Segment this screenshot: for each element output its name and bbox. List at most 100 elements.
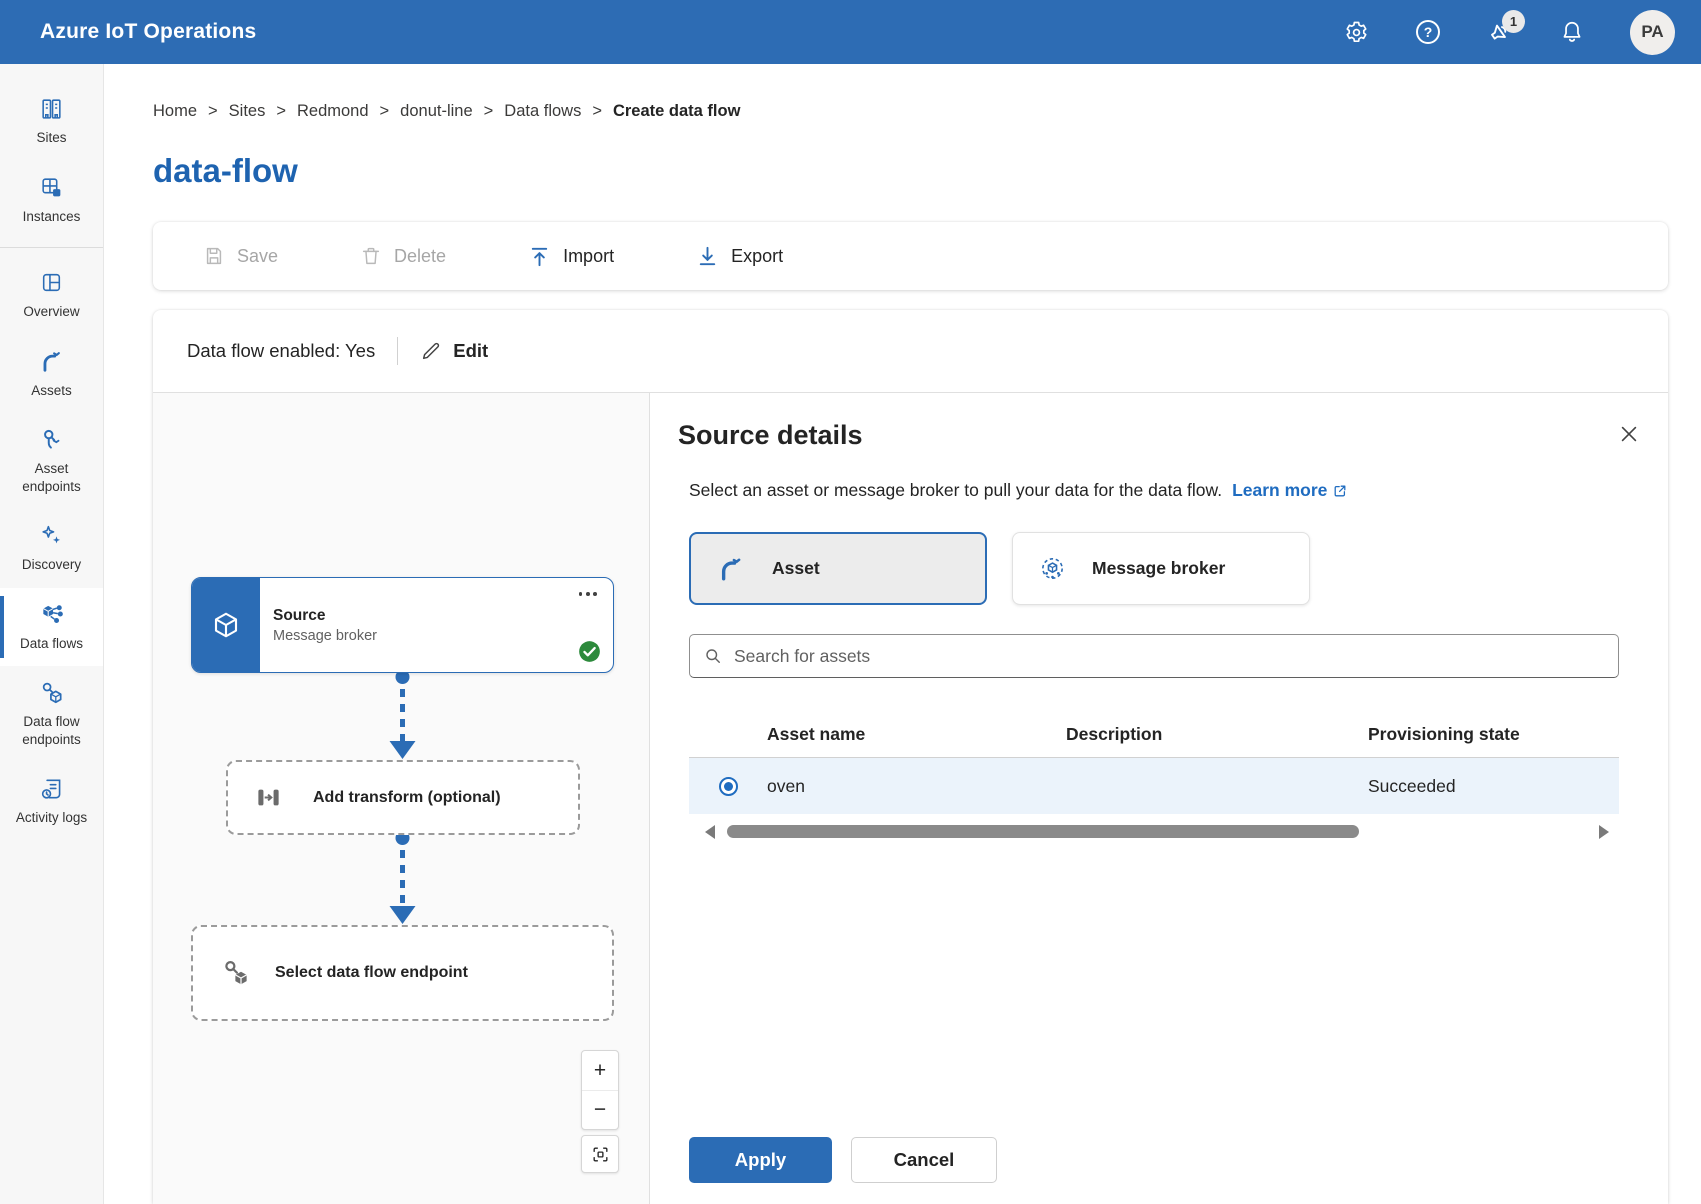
sidebar-item-instances[interactable]: Instances bbox=[0, 161, 103, 240]
select-endpoint-node[interactable]: Select data flow endpoint bbox=[191, 925, 614, 1021]
zoom-in-button[interactable]: + bbox=[582, 1051, 618, 1090]
breadcrumb-current: Create data flow bbox=[613, 102, 740, 121]
topbar-icons: ? 1 PA bbox=[1342, 10, 1675, 55]
source-type-asset-button[interactable]: Asset bbox=[689, 532, 987, 605]
export-icon bbox=[696, 245, 719, 268]
delete-button[interactable]: Delete bbox=[360, 245, 446, 267]
message-broker-icon bbox=[1039, 555, 1066, 582]
main-content: Home > Sites > Redmond > donut-line > Da… bbox=[104, 64, 1701, 1204]
sidebar-item-asset-endpoints[interactable]: Asset endpoints bbox=[0, 413, 103, 509]
search-input[interactable] bbox=[734, 646, 1605, 667]
canvas-zoom-controls: + − bbox=[581, 1050, 619, 1173]
scroll-left-arrow-icon[interactable] bbox=[705, 825, 715, 839]
avatar[interactable]: PA bbox=[1630, 10, 1675, 55]
page-title: data-flow bbox=[153, 148, 1668, 193]
pencil-icon bbox=[420, 340, 442, 362]
zoom-out-button[interactable]: − bbox=[582, 1090, 618, 1129]
source-details-panel: Source details Select an asset or messag… bbox=[650, 393, 1668, 1204]
notification-badge: 1 bbox=[1502, 10, 1525, 33]
activity-logs-icon bbox=[39, 775, 65, 802]
breadcrumb-separator: > bbox=[380, 102, 390, 121]
data-flow-editor: Data flow enabled: Yes Edit bbox=[153, 310, 1668, 1204]
table-row[interactable]: oven Succeeded bbox=[689, 758, 1619, 814]
breadcrumb-item-home[interactable]: Home bbox=[153, 102, 197, 121]
cell-asset-name: oven bbox=[767, 776, 1066, 797]
trash-icon bbox=[360, 245, 382, 267]
panel-actions: Apply Cancel bbox=[689, 1137, 1668, 1183]
source-node-title: Source bbox=[273, 607, 377, 625]
cube-icon bbox=[211, 610, 241, 640]
data-flow-endpoints-icon bbox=[39, 679, 65, 706]
close-panel-button[interactable] bbox=[1614, 419, 1644, 449]
sidebar-divider bbox=[0, 247, 103, 248]
scrollbar-track[interactable] bbox=[721, 825, 1593, 838]
sidebar-item-label: Overview bbox=[23, 303, 79, 321]
import-label: Import bbox=[563, 246, 614, 267]
import-button[interactable]: Import bbox=[528, 245, 614, 268]
external-link-icon bbox=[1332, 483, 1348, 499]
breadcrumb: Home > Sites > Redmond > donut-line > Da… bbox=[153, 100, 1668, 122]
save-button[interactable]: Save bbox=[203, 245, 278, 267]
breadcrumb-separator: > bbox=[592, 102, 602, 121]
settings-gear-icon[interactable] bbox=[1342, 18, 1370, 46]
sidebar-item-assets[interactable]: Assets bbox=[0, 335, 103, 414]
breadcrumb-separator: > bbox=[208, 102, 218, 121]
breadcrumb-item-redmond[interactable]: Redmond bbox=[297, 102, 369, 121]
announcements-megaphone-icon[interactable]: 1 bbox=[1486, 18, 1514, 46]
sidebar-item-discovery[interactable]: Discovery bbox=[0, 509, 103, 588]
source-node-accent bbox=[192, 578, 260, 672]
scrollbar-thumb[interactable] bbox=[727, 825, 1359, 838]
edit-button[interactable]: Edit bbox=[420, 340, 488, 362]
message-broker-button-label: Message broker bbox=[1092, 558, 1225, 579]
sidebar-item-activity-logs[interactable]: Activity logs bbox=[0, 762, 103, 841]
learn-more-link[interactable]: Learn more bbox=[1232, 480, 1348, 501]
row-radio-selected[interactable] bbox=[719, 777, 738, 796]
scroll-right-arrow-icon[interactable] bbox=[1599, 825, 1609, 839]
sidebar-item-data-flow-endpoints[interactable]: Data flow endpoints bbox=[0, 666, 103, 762]
sidebar-item-data-flows[interactable]: Data flows bbox=[0, 588, 103, 667]
assets-icon bbox=[39, 348, 65, 375]
source-node-subtitle: Message broker bbox=[273, 628, 377, 644]
add-transform-node[interactable]: Add transform (optional) bbox=[226, 760, 580, 835]
notifications-bell-icon[interactable] bbox=[1558, 18, 1586, 46]
assets-table: Asset name Description Provisioning stat… bbox=[689, 711, 1619, 840]
sidebar-item-label: Assets bbox=[31, 382, 72, 400]
apply-button[interactable]: Apply bbox=[689, 1137, 832, 1183]
asset-endpoints-icon bbox=[39, 426, 65, 453]
source-node[interactable]: Source Message broker bbox=[191, 577, 614, 673]
data-flows-icon bbox=[39, 601, 65, 628]
sidebar-item-label: Sites bbox=[36, 129, 66, 147]
flow-status-bar: Data flow enabled: Yes Edit bbox=[153, 310, 1668, 393]
transform-icon bbox=[255, 784, 282, 811]
breadcrumb-item-sites[interactable]: Sites bbox=[229, 102, 266, 121]
flow-enabled-status: Data flow enabled: Yes bbox=[187, 340, 375, 362]
fit-view-button[interactable] bbox=[581, 1135, 619, 1173]
sidebar-item-label: Instances bbox=[23, 208, 81, 226]
sidebar-item-sites[interactable]: Sites bbox=[0, 82, 103, 161]
breadcrumb-item-data-flows[interactable]: Data flows bbox=[504, 102, 581, 121]
help-icon[interactable]: ? bbox=[1414, 18, 1442, 46]
fit-view-icon bbox=[591, 1145, 610, 1164]
horizontal-scrollbar[interactable] bbox=[689, 823, 1619, 840]
column-provisioning-state: Provisioning state bbox=[1368, 724, 1619, 745]
asset-search[interactable] bbox=[689, 634, 1619, 678]
flow-canvas[interactable]: Source Message broker Add transform (opt… bbox=[153, 393, 650, 1204]
panel-description: Select an asset or message broker to pul… bbox=[689, 480, 1668, 501]
transform-node-label: Add transform (optional) bbox=[313, 789, 501, 807]
sidebar-item-label: Data flows bbox=[20, 635, 83, 653]
sites-icon bbox=[39, 95, 64, 122]
export-button[interactable]: Export bbox=[696, 245, 783, 268]
discovery-sparkles-icon bbox=[39, 522, 64, 549]
sidebar-item-overview[interactable]: Overview bbox=[0, 256, 103, 335]
asset-button-label: Asset bbox=[772, 558, 820, 579]
export-label: Export bbox=[731, 246, 783, 267]
breadcrumb-item-donut-line[interactable]: donut-line bbox=[400, 102, 472, 121]
more-options-icon[interactable] bbox=[579, 592, 597, 596]
edit-label: Edit bbox=[453, 340, 488, 362]
cancel-button[interactable]: Cancel bbox=[851, 1137, 997, 1183]
source-type-message-broker-button[interactable]: Message broker bbox=[1012, 532, 1310, 605]
panel-description-text: Select an asset or message broker to pul… bbox=[689, 480, 1222, 501]
assets-table-header: Asset name Description Provisioning stat… bbox=[689, 711, 1619, 758]
instances-icon bbox=[39, 174, 64, 201]
sidebar-item-label: Activity logs bbox=[16, 809, 87, 827]
